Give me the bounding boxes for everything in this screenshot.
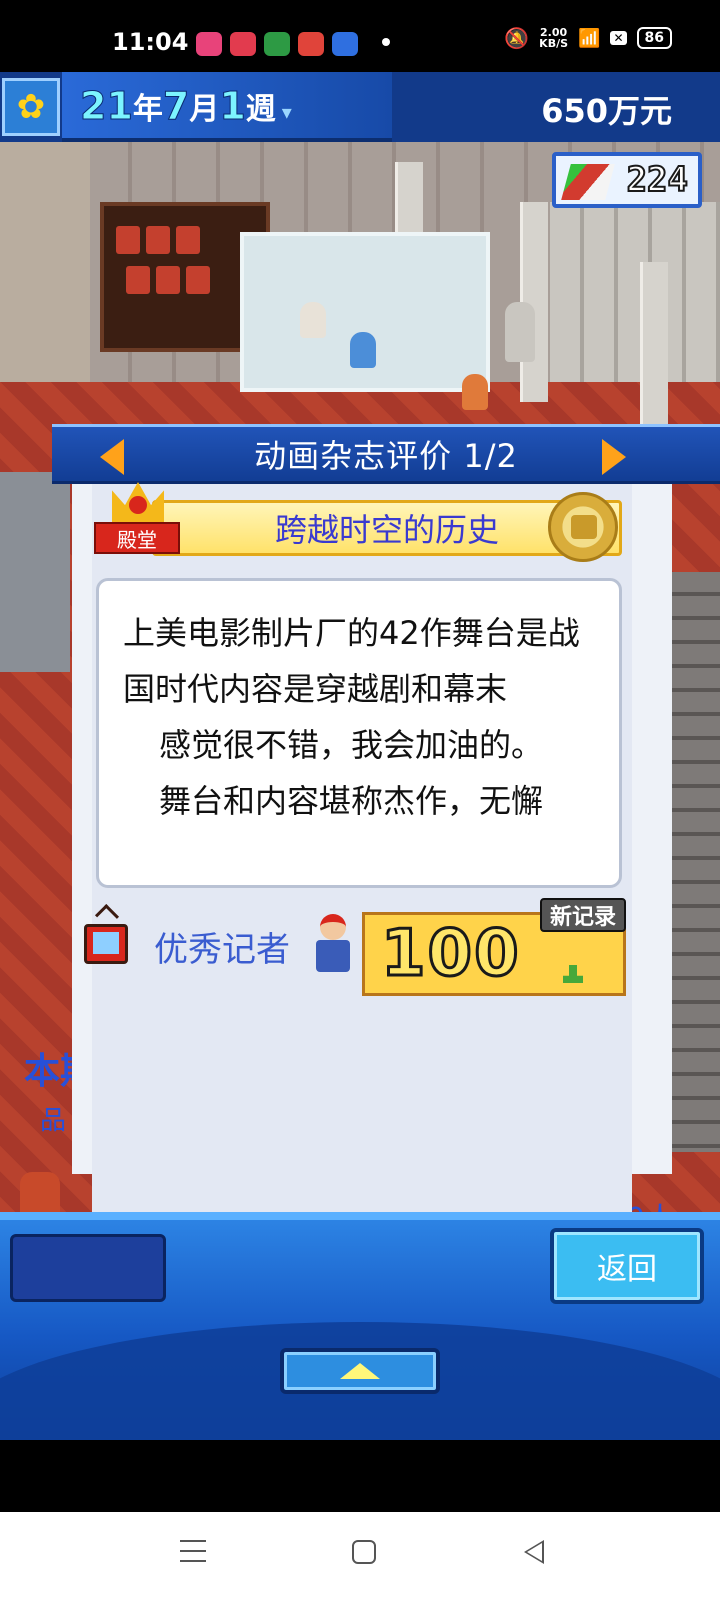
date-week: 1 [219, 84, 246, 129]
research-points-badge[interactable]: 224 [552, 152, 702, 208]
back-triangle-icon[interactable] [524, 1540, 544, 1564]
reporter-name: 优秀记者 [154, 930, 290, 970]
review-line: 上美电影制片厂的42作舞台是战国时代内容是穿越剧和幕末 [123, 614, 580, 708]
cinema-seat [176, 226, 200, 254]
dialog-title: 动画杂志评价 1/2 [254, 437, 518, 475]
status-right: 🔕 2.00 KB/S 📶 ✕ 86 [504, 26, 672, 50]
game-screen: 本期 品 0人 ✿ 21年7月1週▾ 650万元 224 动画杂志评价 1/2 … [0, 72, 720, 1440]
heart-app-icon [230, 32, 256, 56]
review-score: 100 [380, 916, 521, 993]
left-wall [0, 142, 90, 382]
hall-of-fame-label: 殿堂 [94, 522, 180, 554]
work-title: 跨越时空的历史 [274, 511, 499, 549]
money-display: 650万元 [541, 92, 672, 130]
review-line: 感觉很不错，我会加油的。 [159, 726, 544, 764]
review-line: 舞台和内容堪称杰作，无懈 [159, 782, 544, 820]
status-bar: 11:04 🔕 2.00 KB/S 📶 ✕ 86 [0, 0, 720, 72]
oppo-app-icon [264, 32, 290, 56]
battery-indicator: 86 [636, 27, 672, 49]
previous-page-arrow-icon[interactable] [100, 439, 124, 475]
top-header: ✿ 21年7月1週 ▾ 650万元 [0, 72, 720, 142]
game-date[interactable]: 21年7月1週 ▾ [80, 84, 292, 129]
back-button[interactable]: 返回 [550, 1228, 704, 1304]
reporter-body [316, 940, 350, 972]
reporter-score-row: 优秀记者 100 新记录 [84, 898, 644, 996]
statue [505, 302, 535, 362]
dialog-panel-right-edge [632, 484, 672, 1174]
wifi-icon: 📶 [578, 27, 601, 49]
background-partial-text: 品 [40, 1106, 67, 1136]
dialog-panel-left-edge [72, 484, 92, 1174]
cinema-seat [116, 226, 140, 254]
triangle-up-icon [340, 1363, 380, 1379]
next-page-arrow-icon[interactable] [602, 439, 626, 475]
right-shelf [665, 572, 720, 1152]
date-year-suffix: 年 [132, 92, 163, 127]
expand-up-button[interactable] [280, 1348, 440, 1394]
notification-icons [196, 32, 358, 56]
system-nav-bar [0, 1512, 720, 1600]
reporter-head [320, 914, 346, 940]
network-speed: 2.00 KB/S [539, 27, 568, 49]
status-time: 11:04 [112, 28, 189, 56]
staff-character[interactable] [462, 374, 488, 410]
baidu-app-icon [332, 32, 358, 56]
reporter-character-icon [310, 914, 354, 974]
crown-gem-icon [129, 496, 147, 514]
editing-studio[interactable] [240, 232, 490, 392]
research-points-icon [561, 164, 615, 200]
network-speed-unit: KB/S [539, 37, 569, 50]
date-week-suffix: 週 [245, 92, 276, 127]
music-app-icon [298, 32, 324, 56]
equipment-cabinet [0, 472, 70, 672]
date-month-suffix: 月 [189, 92, 220, 127]
more-notifications-dot-icon [382, 38, 390, 46]
staff-character[interactable] [300, 302, 326, 338]
bottom-control-panel: 返回 [0, 1212, 720, 1440]
menu-icon[interactable] [180, 1540, 206, 1562]
cinema-seat [126, 266, 150, 294]
date-year: 21 [80, 84, 134, 129]
sunflower-icon[interactable]: ✿ [2, 78, 60, 136]
chevron-down-icon: ▾ [281, 100, 292, 124]
hall-of-fame-badge: 殿堂 [94, 482, 180, 578]
date-month: 7 [162, 84, 190, 129]
sim-off-icon: ✕ [610, 31, 627, 45]
new-record-badge: 新记录 [540, 898, 626, 932]
cinema-seat [156, 266, 180, 294]
award-medal-icon [548, 492, 618, 562]
home-icon[interactable] [352, 1540, 376, 1564]
review-text-box: 上美电影制片厂的42作舞台是战国时代内容是穿越剧和幕末 感觉很不错，我会加油的。… [96, 578, 622, 888]
cinema-seat [146, 226, 170, 254]
empty-slot-box [10, 1234, 166, 1302]
cinema-seat [186, 266, 210, 294]
dialog-title-bar: 动画杂志评价 1/2 [52, 424, 720, 484]
bilibili-app-icon [196, 32, 222, 56]
mute-icon: 🔕 [504, 26, 530, 50]
research-points-value: 224 [626, 159, 689, 201]
tv-icon [84, 924, 128, 964]
score-up-arrow-icon [563, 965, 583, 983]
staff-character[interactable] [350, 332, 376, 368]
control-panel-stripe [0, 1212, 720, 1220]
